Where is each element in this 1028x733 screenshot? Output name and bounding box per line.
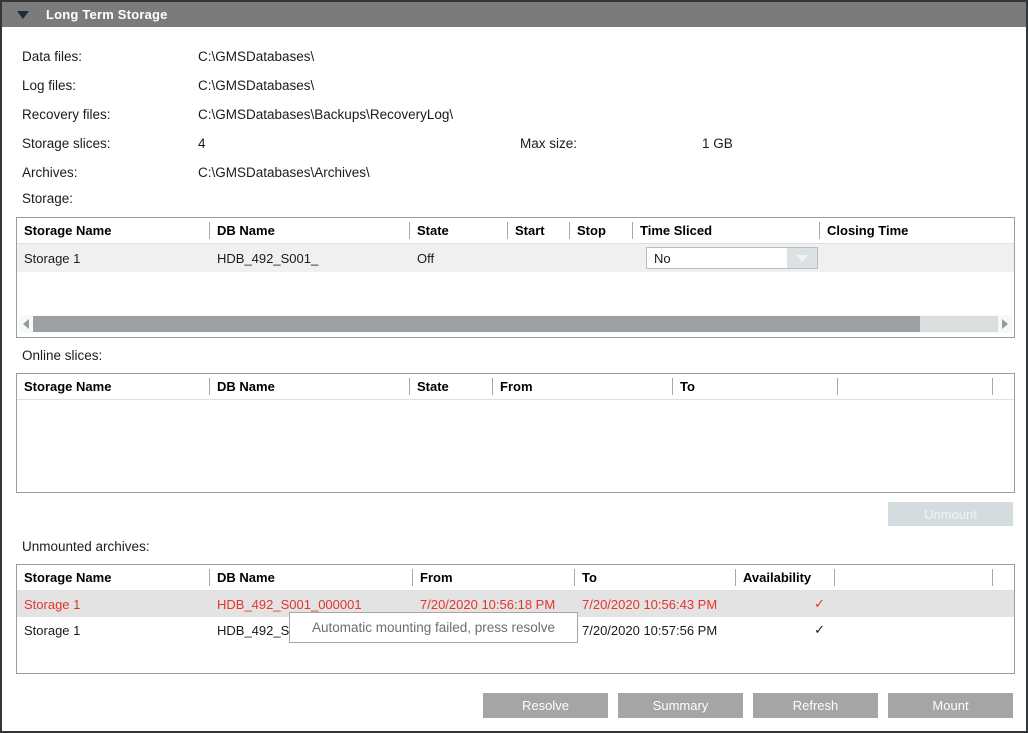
column-header-to[interactable]: To (575, 565, 736, 590)
section-title: Long Term Storage (46, 7, 168, 22)
availability-check-icon: ✓ (736, 596, 835, 612)
storage-table-row[interactable]: Storage 1 HDB_492_S001_ Off No (17, 244, 1014, 272)
scrollbar-thumb[interactable] (33, 316, 920, 332)
column-header-to[interactable]: To (673, 374, 838, 399)
scroll-left-icon[interactable] (19, 315, 33, 333)
long-term-storage-panel: Long Term Storage Data files: C:\GMSData… (0, 0, 1028, 733)
online-slices-table: Storage Name DB Name State From To (16, 373, 1015, 493)
cell-from: 7/20/2020 10:56:18 PM (413, 597, 575, 612)
tooltip-text: Automatic mounting failed, press resolve (312, 620, 555, 635)
resolve-button[interactable]: Resolve (483, 693, 608, 718)
tooltip: Automatic mounting failed, press resolve (289, 612, 578, 643)
collapse-triangle-icon[interactable] (17, 11, 29, 19)
column-header-time-sliced[interactable]: Time Sliced (633, 218, 820, 243)
field-data-files: Data files: C:\GMSDatabases\ (22, 42, 453, 71)
field-recovery-files: Recovery files: C:\GMSDatabases\Backups\… (22, 100, 453, 129)
availability-check-icon: ✓ (736, 622, 835, 638)
storage-horizontal-scrollbar[interactable] (19, 315, 1012, 333)
online-slices-table-header: Storage Name DB Name State From To (17, 374, 1014, 400)
cell-time-sliced: No (633, 247, 820, 269)
column-header-empty[interactable] (835, 565, 993, 590)
column-header-state[interactable]: State (410, 218, 508, 243)
mount-button[interactable]: Mount (888, 693, 1013, 718)
field-value: C:\GMSDatabases\ (198, 78, 314, 93)
cell-db-name: HDB_492_S001_ (210, 251, 410, 266)
column-header-closing-time[interactable]: Closing Time (820, 218, 1014, 243)
column-header-from[interactable]: From (413, 565, 575, 590)
field-value: 1 GB (702, 136, 733, 151)
field-value: C:\GMSDatabases\Backups\RecoveryLog\ (198, 107, 453, 122)
chevron-down-icon (796, 255, 808, 262)
field-label: Recovery files: (22, 107, 198, 122)
cell-to: 7/20/2020 10:56:43 PM (575, 597, 736, 612)
field-value: C:\GMSDatabases\Archives\ (198, 165, 370, 180)
cell-storage-name: Storage 1 (17, 597, 210, 612)
storage-section-label: Storage: (22, 191, 73, 206)
storage-table: Storage Name DB Name State Start Stop Ti… (16, 217, 1015, 338)
scrollbar-track[interactable] (920, 316, 998, 332)
column-header-stop[interactable]: Stop (570, 218, 633, 243)
column-header-spacer (993, 374, 1014, 399)
summary-button[interactable]: Summary (618, 693, 743, 718)
cell-to: 7/20/2020 10:57:56 PM (575, 623, 736, 638)
column-header-availability[interactable]: Availability (736, 565, 835, 590)
column-header-db-name[interactable]: DB Name (210, 218, 410, 243)
column-header-storage-name[interactable]: Storage Name (17, 565, 210, 590)
unmounted-archives-section-label: Unmounted archives: (22, 539, 150, 554)
cell-storage-name: Storage 1 (17, 623, 210, 638)
info-fields: Data files: C:\GMSDatabases\ Log files: … (22, 42, 453, 187)
time-sliced-dropdown-button[interactable] (787, 248, 817, 268)
field-value: C:\GMSDatabases\ (198, 49, 314, 64)
field-log-files: Log files: C:\GMSDatabases\ (22, 71, 453, 100)
column-header-spacer (993, 565, 1014, 590)
field-max-size: Max size: 1 GB (520, 129, 733, 158)
field-value: 4 (198, 136, 206, 151)
column-header-empty[interactable] (838, 374, 993, 399)
online-slices-section-label: Online slices: (22, 348, 102, 363)
time-sliced-dropdown[interactable]: No (646, 247, 818, 269)
scroll-right-icon[interactable] (998, 315, 1012, 333)
cell-state: Off (410, 251, 508, 266)
column-header-start[interactable]: Start (508, 218, 570, 243)
cell-db-name: HDB_492_S001_000001 (210, 597, 413, 612)
column-header-db-name[interactable]: DB Name (210, 374, 410, 399)
unmount-button[interactable]: Unmount (888, 502, 1013, 526)
storage-table-header: Storage Name DB Name State Start Stop Ti… (17, 218, 1014, 244)
refresh-button[interactable]: Refresh (753, 693, 878, 718)
field-archives: Archives: C:\GMSDatabases\Archives\ (22, 158, 453, 187)
column-header-state[interactable]: State (410, 374, 493, 399)
cell-storage-name: Storage 1 (17, 251, 210, 266)
column-header-storage-name[interactable]: Storage Name (17, 374, 210, 399)
field-label: Archives: (22, 165, 198, 180)
time-sliced-dropdown-value: No (647, 248, 787, 268)
column-header-from[interactable]: From (493, 374, 673, 399)
field-label: Max size: (520, 136, 702, 151)
unmounted-archives-table-header: Storage Name DB Name From To Availabilit… (17, 565, 1014, 591)
column-header-storage-name[interactable]: Storage Name (17, 218, 210, 243)
section-header[interactable]: Long Term Storage (2, 2, 1026, 27)
field-label: Log files: (22, 78, 198, 93)
field-label: Storage slices: (22, 136, 198, 151)
field-label: Data files: (22, 49, 198, 64)
field-storage-slices: Storage slices: 4 (22, 129, 453, 158)
column-header-db-name[interactable]: DB Name (210, 565, 413, 590)
